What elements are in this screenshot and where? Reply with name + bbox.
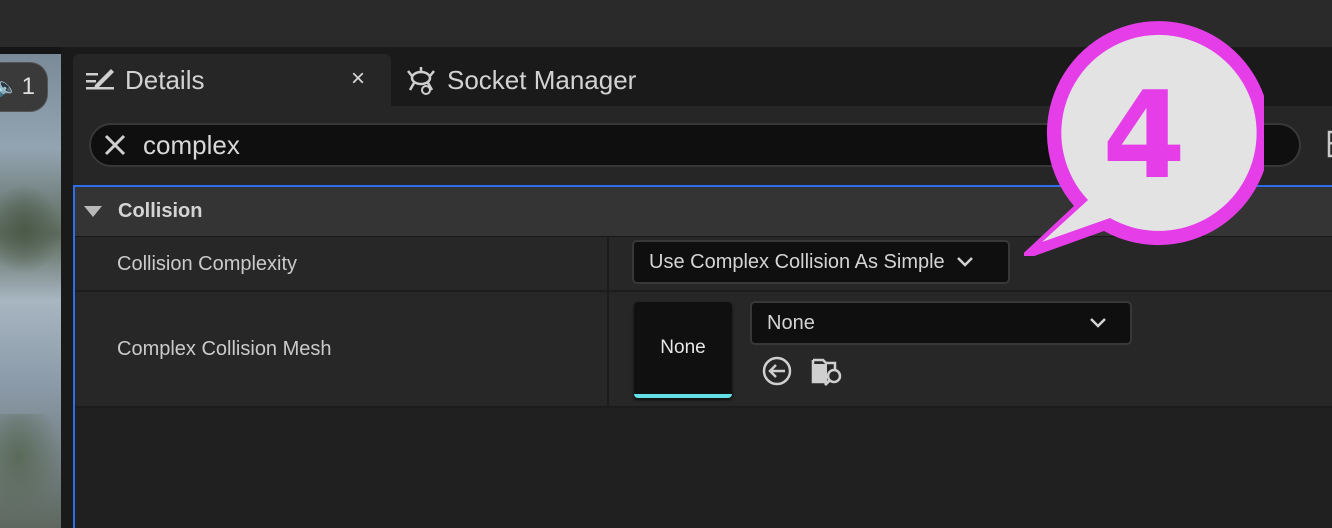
dropdown-value: Use Complex Collision As Simple <box>649 250 945 273</box>
details-pencil-icon <box>86 69 114 90</box>
expand-arrow-icon[interactable] <box>84 206 102 217</box>
viewport-speed-badge[interactable]: 🔈 1 <box>0 62 48 112</box>
tab-socket-manager-label: Socket Manager <box>447 64 637 95</box>
property-name: Collision Complexity <box>117 253 298 275</box>
tab-close-button[interactable]: × <box>351 65 365 93</box>
chevron-down-icon <box>956 257 973 267</box>
browse-icon[interactable] <box>811 354 845 388</box>
close-icon[interactable] <box>101 131 129 159</box>
chevron-down-icon <box>1090 318 1106 328</box>
column-divider[interactable] <box>607 237 609 290</box>
viewport-foliage <box>0 184 61 274</box>
use-selected-icon[interactable] <box>760 354 794 388</box>
speaker-icon: 🔈 <box>0 76 18 97</box>
property-name: Complex Collision Mesh <box>117 338 332 360</box>
collision-complexity-dropdown[interactable]: Use Complex Collision As Simple <box>632 240 1010 284</box>
step-callout: 4 <box>1012 16 1271 264</box>
tab-socket-manager[interactable]: Socket Manager <box>403 54 703 106</box>
property-row: Complex Collision Mesh None None <box>75 292 1332 408</box>
mesh-asset-dropdown[interactable]: None <box>750 301 1132 345</box>
column-divider[interactable] <box>607 292 609 406</box>
dropdown-value: None <box>767 311 815 334</box>
view-options-icon[interactable] <box>1327 126 1332 162</box>
viewport-speed-value: 1 <box>21 73 35 100</box>
tab-details[interactable]: Details × <box>73 54 391 106</box>
viewport-preview[interactable] <box>0 54 61 528</box>
callout-number: 4 <box>1102 66 1186 206</box>
search-value: complex <box>143 129 240 160</box>
thumbnail-label: None <box>660 337 706 358</box>
asset-thumbnail[interactable]: None <box>634 302 732 398</box>
tab-details-label: Details <box>125 64 205 95</box>
viewport-foliage <box>0 414 61 524</box>
category-label: Collision <box>118 200 203 222</box>
socket-manager-icon <box>407 67 435 95</box>
